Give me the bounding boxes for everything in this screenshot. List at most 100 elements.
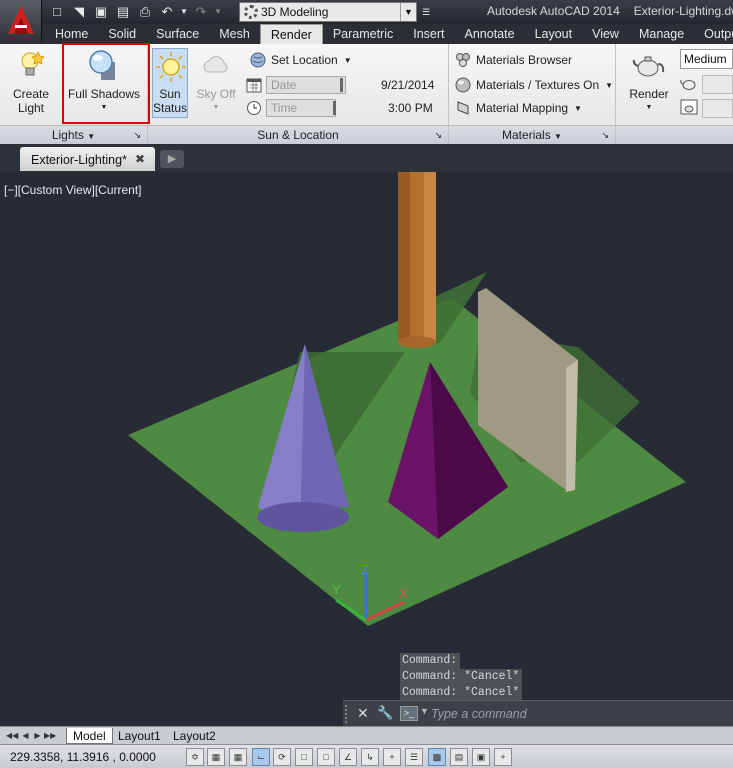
file-name: Exterior-Lighting.dwg [633, 4, 733, 18]
materials-panel-title[interactable]: Materials ▼ ↘ [449, 125, 615, 144]
lights-panel-title[interactable]: Lights ▼ ↘ [0, 125, 147, 144]
transparency-icon[interactable]: ▩ [428, 748, 446, 766]
chevron-down-icon: ▼ [400, 3, 416, 21]
render-preset-field[interactable] [702, 75, 733, 94]
tab-manage[interactable]: Manage [629, 24, 694, 44]
viewport-controls[interactable]: [−][Custom View][Current] [4, 183, 142, 197]
tab-view[interactable]: View [582, 24, 629, 44]
cylinder-base [398, 336, 436, 348]
sun-location-panel-label: Sun & Location [257, 128, 339, 142]
render-dropdown-icon: ▼ [645, 104, 653, 111]
calendar-icon [246, 78, 262, 93]
close-icon[interactable]: ✕ [357, 705, 369, 722]
prev-tab-icon[interactable]: ◀ [20, 730, 31, 742]
dynamic-input-icon[interactable]: + [383, 748, 401, 766]
infer-constraints-icon[interactable]: ✡ [186, 748, 204, 766]
redo-dropdown-icon[interactable]: ▼ [214, 3, 222, 21]
snap-mode-icon[interactable]: ▦ [207, 748, 225, 766]
tab-layout[interactable]: Layout [525, 24, 583, 44]
material-mapping-button[interactable]: Material Mapping ▼ [455, 100, 582, 116]
tab-surface[interactable]: Surface [146, 24, 209, 44]
new-icon[interactable]: □ [48, 3, 66, 21]
render-quality-dropdown[interactable]: Medium [680, 49, 733, 69]
grid-display-icon[interactable]: ▦ [229, 748, 247, 766]
tab-solid[interactable]: Solid [98, 24, 146, 44]
layout-tab-layout2[interactable]: Layout2 [167, 728, 222, 744]
render-preset-icon[interactable] [680, 74, 700, 94]
object-snap-tracking-icon[interactable]: ∠ [339, 748, 357, 766]
render-label: Render [629, 87, 669, 101]
document-tab[interactable]: Exterior-Lighting* ✖ [20, 147, 155, 171]
layout-tab-layout1[interactable]: Layout1 [112, 728, 167, 744]
plot-icon[interactable]: ⎙ [136, 3, 154, 21]
material-sphere-icon [455, 77, 471, 93]
cone-base [257, 502, 349, 532]
sky-off-button[interactable]: Sky Off ▼ [192, 48, 240, 115]
tab-mesh[interactable]: Mesh [209, 24, 260, 44]
tab-render[interactable]: Render [259, 24, 323, 44]
time-slider[interactable]: Time [266, 99, 336, 117]
close-icon[interactable]: ✖ [135, 152, 145, 166]
sun-status-label-2: Status [153, 101, 188, 115]
clock-icon [247, 101, 261, 115]
application-menu-button[interactable] [0, 0, 42, 42]
create-light-button[interactable]: Create Light [8, 48, 54, 115]
dialog-launcher-icon[interactable]: ↘ [434, 126, 442, 145]
materials-panel-label: Materials [502, 128, 551, 142]
undo-icon[interactable]: ↶ [158, 3, 176, 21]
set-location-button[interactable]: Set Location ▼ [250, 52, 352, 68]
sun-location-panel-title[interactable]: Sun & Location ↘ [148, 125, 448, 144]
quick-properties-icon[interactable]: ▤ [450, 748, 468, 766]
date-slider-thumb[interactable] [340, 78, 343, 92]
lineweight-icon[interactable]: ☰ [405, 748, 423, 766]
open-icon[interactable]: ◥ [70, 3, 88, 21]
command-input[interactable] [431, 704, 731, 724]
wrench-icon[interactable]: 🔧 [377, 705, 393, 721]
annotation-monitor-icon[interactable]: + [494, 748, 512, 766]
render-window-icon[interactable] [680, 98, 700, 118]
render-button[interactable]: Render ▼ [624, 48, 674, 115]
dynamic-ucs-icon[interactable]: ↳ [361, 748, 379, 766]
layout-tab-model[interactable]: Model [66, 728, 113, 744]
time-slider-thumb[interactable] [333, 101, 336, 115]
ribbon-tab-bar: Home Solid Surface Mesh Render Parametri… [0, 24, 733, 44]
sun-status-button[interactable]: Sun Status [152, 48, 188, 118]
undo-dropdown-icon[interactable]: ▼ [180, 3, 188, 21]
new-tab-button[interactable]: ▶ [160, 150, 184, 168]
last-tab-icon[interactable]: ▶▶ [44, 730, 56, 742]
saveas-icon[interactable]: ▤ [114, 3, 132, 21]
tab-home[interactable]: Home [45, 24, 98, 44]
drawing-viewport[interactable]: Z X Y [−][Custom View][Current] Command:… [0, 172, 733, 726]
save-icon[interactable]: ▣ [92, 3, 110, 21]
date-value: 9/21/2014 [381, 78, 435, 92]
tab-output[interactable]: Output [694, 24, 733, 44]
dialog-launcher-icon[interactable]: ↘ [133, 126, 141, 145]
ortho-mode-icon[interactable]: ⌙ [252, 748, 270, 766]
qat-customize-icon[interactable]: ☰ [419, 3, 433, 21]
selection-cycling-icon[interactable]: ▣ [472, 748, 490, 766]
tab-parametric[interactable]: Parametric [323, 24, 403, 44]
first-tab-icon[interactable]: ◀◀ [6, 730, 18, 742]
dialog-launcher-icon[interactable]: ↘ [601, 126, 609, 145]
workspace-dropdown[interactable]: 3D Modeling ▼ [239, 2, 417, 22]
materials-textures-dropdown-icon: ▼ [605, 80, 614, 90]
next-tab-icon[interactable]: ▶ [32, 730, 43, 742]
chevron-down-icon[interactable]: ▼ [420, 706, 429, 716]
3d-object-snap-icon[interactable]: □ [317, 748, 335, 766]
object-snap-icon[interactable]: □ [295, 748, 313, 766]
create-light-label-1: Create [12, 87, 50, 101]
tab-annotate[interactable]: Annotate [455, 24, 525, 44]
polar-tracking-icon[interactable]: ⟳ [273, 748, 291, 766]
materials-textures-button[interactable]: Materials / Textures On ▼ [455, 77, 613, 93]
materials-browser-button[interactable]: Materials Browser [455, 52, 572, 68]
material-mapping-label: Material Mapping [476, 101, 569, 115]
tab-insert[interactable]: Insert [403, 24, 454, 44]
globe-icon [250, 52, 266, 68]
command-prompt-icon[interactable]: >_ [400, 706, 418, 721]
render-output-field[interactable] [702, 99, 733, 118]
render-panel-title [616, 125, 733, 144]
drag-handle[interactable] [345, 705, 353, 723]
date-slider[interactable]: Date [266, 76, 346, 94]
redo-icon[interactable]: ↷ [192, 3, 210, 21]
command-history-line: Command: *Cancel* [400, 669, 522, 685]
